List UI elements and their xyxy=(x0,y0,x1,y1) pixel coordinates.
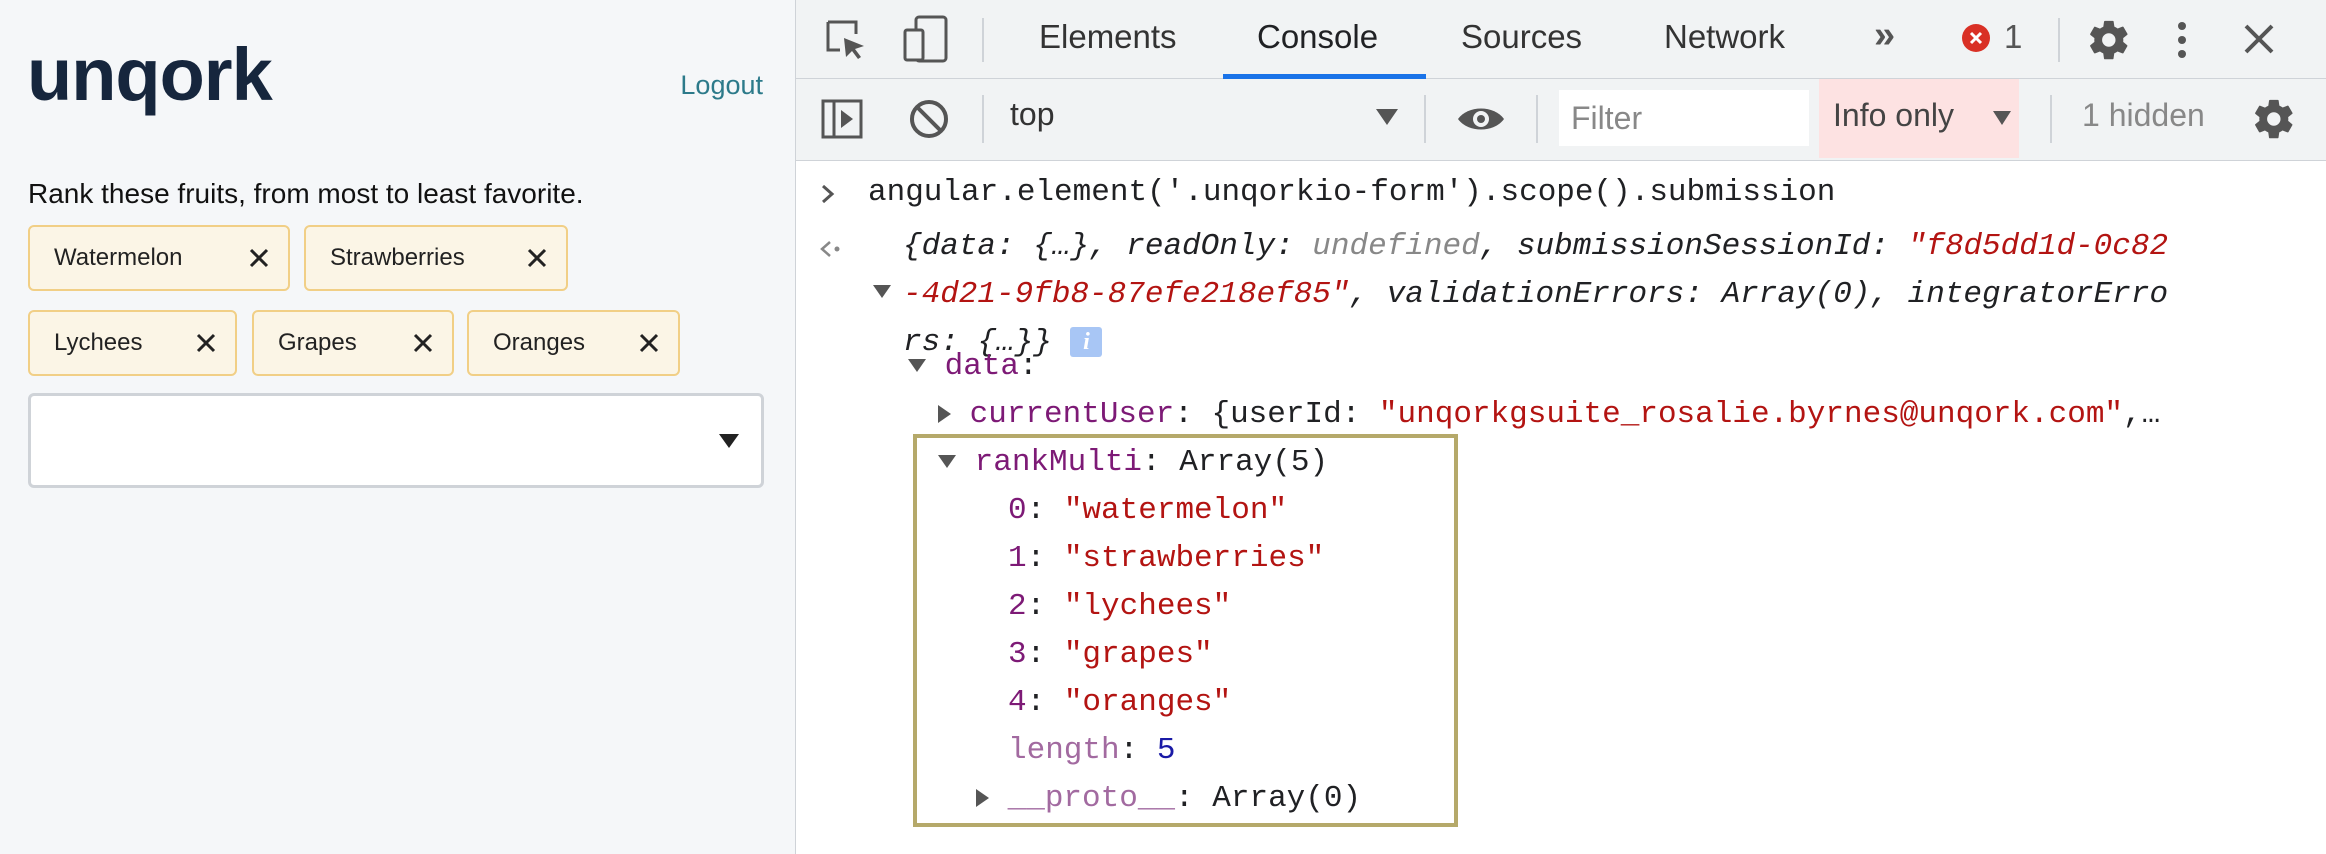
live-expression-eye-icon[interactable] xyxy=(1456,103,1506,135)
toolbar-divider xyxy=(982,18,984,62)
chip-grapes[interactable]: Grapes xyxy=(252,310,454,376)
console-toolbar: top Filter Info only 1 hidden xyxy=(796,79,2326,161)
current-user-node[interactable]: currentUser: {userId: "unqorkgsuite_rosa… xyxy=(938,397,2160,432)
expand-data-icon[interactable] xyxy=(908,359,926,373)
settings-gear-icon[interactable] xyxy=(2086,17,2132,63)
chip-lychees[interactable]: Lychees xyxy=(28,310,237,376)
console-settings-gear-icon[interactable] xyxy=(2251,96,2297,142)
sidebar-toggle-icon[interactable] xyxy=(820,98,864,140)
result-arrow-icon xyxy=(820,241,840,257)
device-toolbar-icon[interactable] xyxy=(902,14,950,64)
chip-strawberries[interactable]: Strawberries xyxy=(304,225,568,291)
console-output: angular.element('.unqorkio-form').scope(… xyxy=(796,161,2326,854)
chip-watermelon[interactable]: Watermelon xyxy=(28,225,290,291)
result-summary-line1[interactable]: {data: {…}, readOnly: undefined, submiss… xyxy=(903,229,2168,264)
chip-label: Lychees xyxy=(54,329,143,356)
context-selector[interactable]: top xyxy=(1010,96,1054,133)
chip-oranges[interactable]: Oranges xyxy=(467,310,680,376)
chip-label: Watermelon xyxy=(54,244,183,271)
toolbar-divider xyxy=(982,95,984,143)
error-icon[interactable] xyxy=(1961,23,1991,53)
collapse-proto-icon[interactable] xyxy=(976,788,989,807)
toolbar-divider xyxy=(1536,95,1538,143)
expand-rank-multi-icon[interactable] xyxy=(938,455,956,469)
hidden-count: 1 hidden xyxy=(2082,97,2205,133)
tab-network[interactable]: Network xyxy=(1664,18,1785,56)
context-caret-icon[interactable] xyxy=(1376,109,1398,125)
log-level-label: Info only xyxy=(1833,97,1954,133)
fruit-select-dropdown[interactable] xyxy=(28,393,764,488)
array-length[interactable]: length: 5 xyxy=(1008,733,1175,768)
rank-instruction: Rank these fruits, from most to least fa… xyxy=(28,178,584,209)
proto-node[interactable]: __proto__: Array(0) xyxy=(976,781,1361,816)
more-options-icon[interactable] xyxy=(2176,18,2188,62)
array-item[interactable]: 2: "lychees" xyxy=(1008,589,1231,624)
devtools-tab-bar: Elements Console Sources Network » 1 xyxy=(796,0,2326,79)
chip-label: Strawberries xyxy=(330,244,465,271)
array-item[interactable]: 3: "grapes" xyxy=(1008,637,1213,672)
log-level-caret-icon xyxy=(1993,111,2011,125)
result-summary-line2[interactable]: -4d21-9fb8-87efe218ef85", validationErro… xyxy=(903,277,2168,312)
devtools-panel: Elements Console Sources Network » 1 top… xyxy=(795,0,2326,854)
expand-result-icon[interactable] xyxy=(873,285,891,298)
collapse-current-user-icon[interactable] xyxy=(938,404,951,423)
error-count[interactable]: 1 xyxy=(2004,18,2022,56)
inspect-element-icon[interactable] xyxy=(824,18,868,62)
toolbar-divider xyxy=(2058,18,2060,62)
chip-label: Oranges xyxy=(493,329,586,356)
tab-elements[interactable]: Elements xyxy=(1039,18,1177,56)
app-panel: unqork Logout Rank these fruits, from mo… xyxy=(0,0,795,854)
tab-console[interactable]: Console xyxy=(1257,18,1378,56)
remove-icon[interactable] xyxy=(522,243,552,273)
tab-sources[interactable]: Sources xyxy=(1461,18,1582,56)
clear-console-icon[interactable] xyxy=(908,98,950,140)
array-item[interactable]: 4: "oranges" xyxy=(1008,685,1231,720)
more-tabs-icon[interactable]: » xyxy=(1874,14,1895,57)
chip-label: Grapes xyxy=(278,329,357,356)
remove-icon[interactable] xyxy=(634,328,664,358)
array-item[interactable]: 0: "watermelon" xyxy=(1008,493,1287,528)
remove-icon[interactable] xyxy=(244,243,274,273)
log-level-dropdown[interactable]: Info only xyxy=(1819,79,2019,158)
filter-input[interactable]: Filter xyxy=(1559,90,1809,146)
remove-icon[interactable] xyxy=(191,328,221,358)
toolbar-divider xyxy=(1424,95,1426,143)
toolbar-divider xyxy=(2050,95,2052,143)
input-prompt-icon xyxy=(822,184,835,204)
console-command: angular.element('.unqorkio-form').scope(… xyxy=(868,175,1836,210)
logout-link[interactable]: Logout xyxy=(680,70,763,101)
dropdown-caret-icon[interactable] xyxy=(719,434,739,448)
close-devtools-icon[interactable] xyxy=(2242,22,2276,56)
remove-icon[interactable] xyxy=(408,328,438,358)
rank-multi-node[interactable]: rankMulti: Array(5) xyxy=(938,445,1328,480)
data-node[interactable]: data: xyxy=(908,349,1038,384)
info-badge-icon[interactable]: i xyxy=(1070,326,1103,357)
unqork-logo: unqork xyxy=(27,33,273,116)
array-item[interactable]: 1: "strawberries" xyxy=(1008,541,1324,576)
